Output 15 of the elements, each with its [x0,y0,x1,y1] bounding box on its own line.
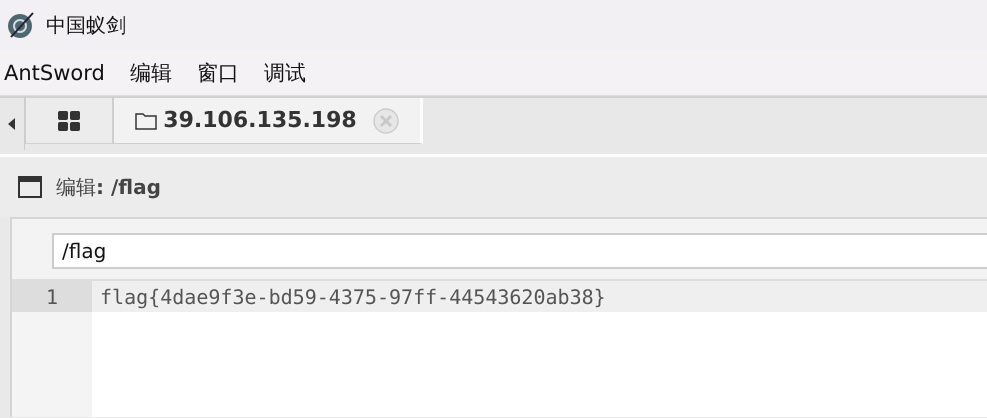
line-number: 1 [12,281,92,312]
window-title: 中国蚁剑 [46,12,126,38]
path-field[interactable]: /flag [52,233,987,269]
connection-tab[interactable]: 39.106.135.198 [113,98,423,144]
app-logo-icon [6,10,36,40]
menu-item[interactable]: 窗口 [192,58,252,86]
folder-icon [135,112,158,130]
menu-item[interactable]: 调试 [260,58,319,86]
grid-icon [58,110,80,130]
menu-item[interactable]: AntSword [0,60,118,84]
menu-item[interactable]: 编辑 [126,58,185,86]
dashboard-tab[interactable] [25,98,113,144]
scroll-left-icon[interactable] [8,118,16,130]
panel-title: 编辑: /flag [56,174,161,200]
window-icon [18,176,42,198]
